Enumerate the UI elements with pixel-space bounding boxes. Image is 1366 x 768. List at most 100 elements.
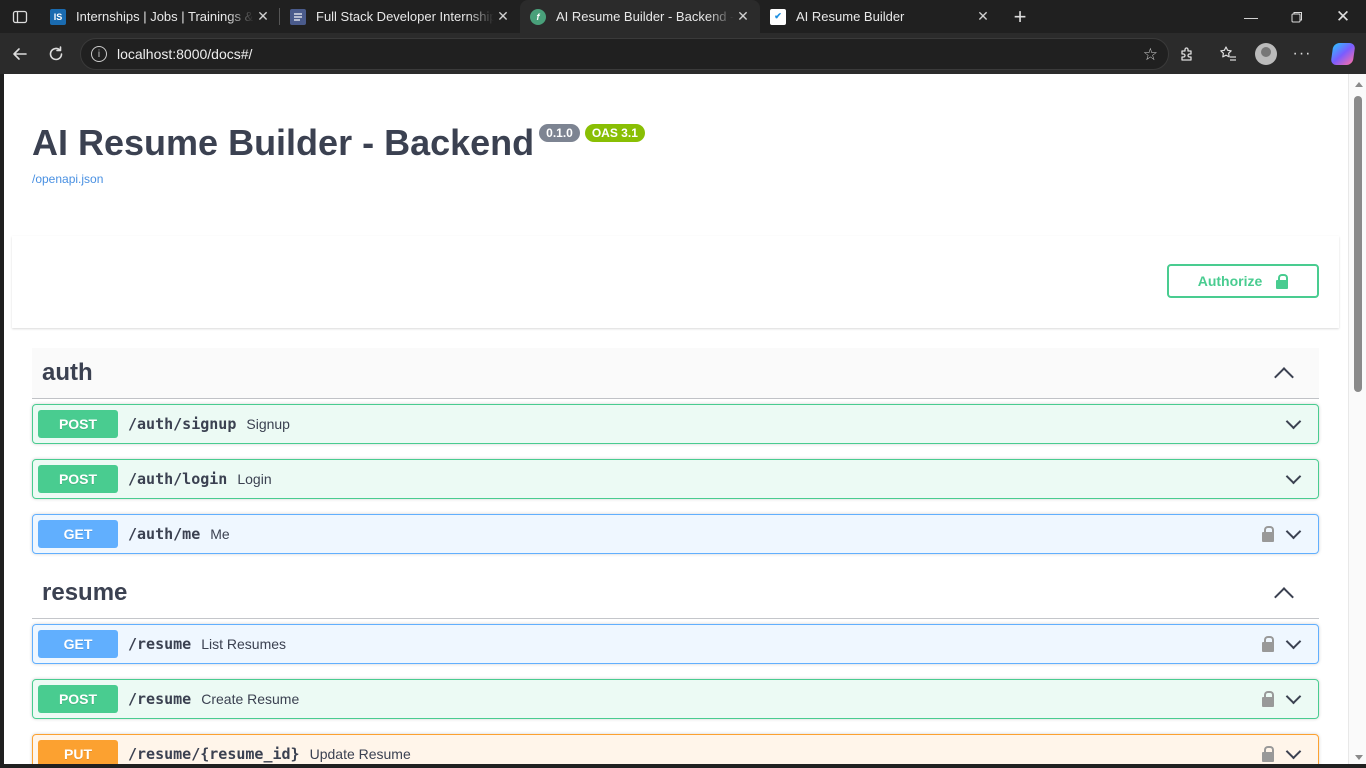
browser-tab-resume-builder[interactable]: ✔ AI Resume Builder ✕ <box>760 0 1000 33</box>
browser-toolbar: i localhost:8000/docs#/ ☆ ··· <box>0 33 1366 74</box>
plus-icon: + <box>1013 3 1027 29</box>
tag-header-auth[interactable]: auth <box>32 348 1319 399</box>
operation-controls <box>1285 468 1302 484</box>
minimize-button[interactable]: — <box>1228 0 1274 33</box>
lock-icon[interactable] <box>1262 746 1274 762</box>
operation-summary: Signup <box>246 416 290 432</box>
back-button[interactable] <box>2 38 38 70</box>
toolbar-right: ··· <box>1166 33 1366 74</box>
browser-tab-swagger[interactable]: f AI Resume Builder - Backend - Swagger … <box>520 0 760 33</box>
minimize-icon: — <box>1244 8 1258 25</box>
unlocked-lock-icon <box>1276 273 1289 289</box>
copilot-button[interactable] <box>1320 38 1366 70</box>
oas-badge: OAS 3.1 <box>584 124 645 142</box>
operation-path: /auth/login <box>128 470 228 488</box>
swagger-page: AI Resume Builder - Backend 0.1.0 OAS 3.… <box>4 74 1348 764</box>
tab-title: AI Resume Builder <box>796 9 905 24</box>
browser-tab-internshala[interactable]: IS Internships | Jobs | Trainings & Plac… <box>40 0 280 33</box>
operation-get-resume[interactable]: GET /resume List Resumes <box>32 624 1319 664</box>
restore-button[interactable] <box>1274 0 1320 33</box>
tab-title: Full Stack Developer Internship – Intern… <box>316 9 494 24</box>
chevron-down-icon[interactable] <box>1285 413 1302 429</box>
scroll-down-icon[interactable] <box>1355 755 1363 760</box>
site-info-icon[interactable]: i <box>91 46 107 62</box>
operation-controls <box>1262 743 1302 762</box>
puzzle-icon <box>1181 46 1192 61</box>
window-controls: — ✕ <box>1228 0 1366 33</box>
method-badge: PUT <box>38 740 118 764</box>
extensions-button[interactable] <box>1166 38 1208 70</box>
close-icon[interactable]: ✕ <box>254 8 272 25</box>
operation-path: /auth/me <box>128 525 201 543</box>
browser-tab-fullstack[interactable]: Full Stack Developer Internship – Intern… <box>280 0 520 33</box>
swagger-favicon-icon: f <box>530 8 546 25</box>
operation-path: /resume <box>128 690 192 708</box>
tab-title: Internships | Jobs | Trainings & Placeme… <box>76 9 254 24</box>
page-title: AI Resume Builder - Backend <box>32 122 535 163</box>
operation-summary: Login <box>237 471 272 487</box>
close-window-button[interactable]: ✕ <box>1320 0 1366 33</box>
document-favicon-icon <box>290 8 306 25</box>
operation-summary: Create Resume <box>201 691 300 707</box>
chevron-up-icon[interactable] <box>1274 587 1294 607</box>
tab-strip: IS Internships | Jobs | Trainings & Plac… <box>0 0 1366 33</box>
tab-actions-button[interactable] <box>0 0 40 33</box>
api-info: AI Resume Builder - Backend 0.1.0 OAS 3.… <box>32 122 645 186</box>
reload-icon <box>49 45 63 60</box>
lock-icon[interactable] <box>1262 691 1274 707</box>
authorize-button[interactable]: Authorize <box>1167 264 1319 298</box>
scrollbar-thumb[interactable] <box>1354 96 1362 392</box>
operation-post-resume[interactable]: POST /resume Create Resume <box>32 679 1319 719</box>
method-badge: GET <box>38 520 118 548</box>
api-title-row: AI Resume Builder - Backend 0.1.0 OAS 3.… <box>32 122 645 164</box>
profile-button[interactable] <box>1248 38 1284 70</box>
operation-controls <box>1262 688 1302 707</box>
avatar <box>1255 42 1277 65</box>
authorize-label: Authorize <box>1197 273 1263 289</box>
tag-header-resume[interactable]: resume <box>32 568 1319 619</box>
chevron-up-icon[interactable] <box>1274 367 1294 387</box>
arrow-left-icon <box>13 47 27 60</box>
operation-get-auth-me[interactable]: GET /auth/me Me <box>32 514 1319 554</box>
operation-controls <box>1262 523 1302 542</box>
method-badge: POST <box>38 410 118 438</box>
address-text: localhost:8000/docs#/ <box>117 46 253 62</box>
chevron-down-icon[interactable] <box>1285 743 1302 759</box>
chevron-down-icon[interactable] <box>1285 523 1302 539</box>
chevron-down-icon[interactable] <box>1285 468 1302 484</box>
favorites-icon <box>1220 45 1236 61</box>
internshala-favicon-icon: IS <box>50 8 66 25</box>
operation-summary: Me <box>210 526 230 542</box>
settings-menu-button[interactable]: ··· <box>1284 38 1320 70</box>
operation-path: /auth/signup <box>128 415 237 433</box>
openapi-json-link[interactable]: /openapi.json <box>32 172 645 186</box>
close-icon[interactable]: ✕ <box>494 8 512 25</box>
tab-title: AI Resume Builder - Backend - Swagger UI <box>556 9 734 24</box>
close-icon[interactable]: ✕ <box>974 8 992 25</box>
operation-summary: List Resumes <box>201 636 287 652</box>
operation-post-auth-login[interactable]: POST /auth/login Login <box>32 459 1319 499</box>
new-tab-button[interactable]: + <box>1000 0 1040 33</box>
operation-summary: Update Resume <box>309 746 411 762</box>
operation-path: /resume/{resume_id} <box>128 745 300 763</box>
operation-post-auth-signup[interactable]: POST /auth/signup Signup <box>32 404 1319 444</box>
tab-actions-icon <box>12 10 28 23</box>
check-favicon-icon: ✔ <box>770 8 786 25</box>
address-bar[interactable]: i localhost:8000/docs#/ ☆ <box>80 38 1169 70</box>
reload-button[interactable] <box>38 38 74 70</box>
operation-path: /resume <box>128 635 192 653</box>
scroll-up-icon[interactable] <box>1355 82 1363 87</box>
favorites-button[interactable] <box>1208 38 1248 70</box>
chevron-down-icon[interactable] <box>1285 633 1302 649</box>
operation-put-resume[interactable]: PUT /resume/{resume_id} Update Resume <box>32 734 1319 764</box>
operation-controls <box>1285 413 1302 429</box>
chevron-down-icon[interactable] <box>1285 688 1302 704</box>
lock-icon[interactable] <box>1262 636 1274 652</box>
close-icon[interactable]: ✕ <box>734 8 752 25</box>
copilot-icon <box>1330 42 1356 65</box>
favorite-star-icon[interactable]: ☆ <box>1143 45 1158 65</box>
page-scrollbar[interactable] <box>1348 74 1366 764</box>
operation-controls <box>1262 633 1302 652</box>
method-badge: GET <box>38 630 118 658</box>
lock-icon[interactable] <box>1262 526 1274 542</box>
